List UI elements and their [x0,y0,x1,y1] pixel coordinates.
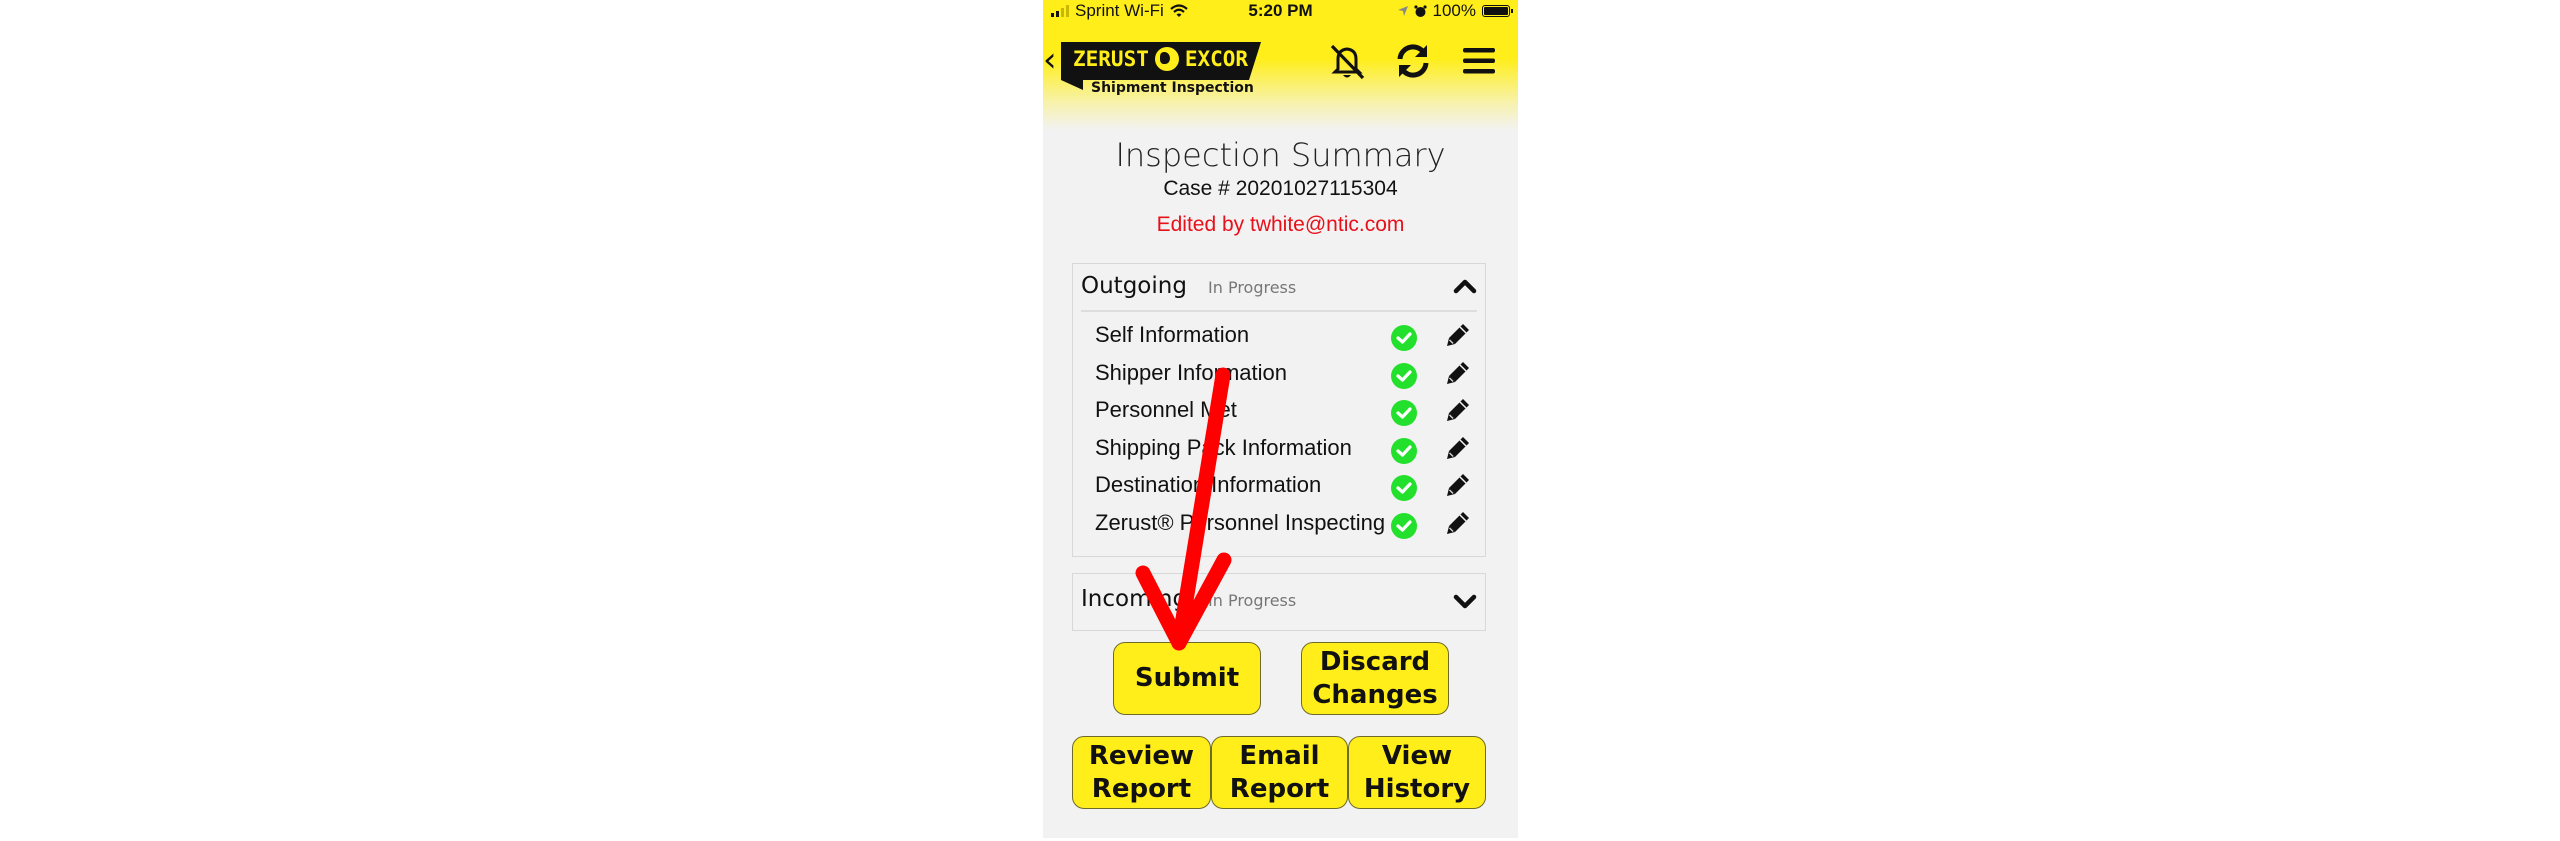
section-incoming: Incoming In Progress [1072,573,1486,631]
page-title: Inspection Summary [1115,136,1446,174]
edited-by-label: Edited by twhite@ntic.com [1156,213,1405,236]
alarm-icon [1413,4,1427,17]
check-circle-icon [1391,437,1417,464]
case-number: Case # 20201027115304 [1163,177,1398,200]
email-report-button[interactable]: Email Report [1211,736,1348,809]
edit-pencil-icon[interactable] [1444,471,1472,499]
edit-pencil-icon[interactable] [1444,434,1472,462]
logo-subtitle: Shipment Inspection [1091,80,1254,96]
checklist-item-label: Shipper Information [1095,359,1287,385]
discard-changes-button[interactable]: Discard Changes [1301,642,1449,715]
check-circle-icon [1391,325,1417,351]
app-logo: ZERUST EXCOR Shipment Inspection [1061,42,1271,102]
checklist-item[interactable]: Shipping Pack Information [1073,429,1485,467]
section-name: Outgoing [1081,273,1187,299]
checklist-item[interactable]: Shipper Information [1073,354,1485,392]
battery-percent: 100% [1432,1,1476,20]
review-report-button[interactable]: Review Report [1072,736,1211,809]
logo-brand-right: EXCOR [1184,47,1249,71]
header-bar: Sprint Wi-Fi 5:20 PM 100% ‹ ZERUST EXCOR… [1043,0,1518,130]
chevron-up-icon[interactable] [1453,276,1477,296]
submit-button[interactable]: Submit [1113,642,1261,715]
section-outgoing-header[interactable]: Outgoing In Progress [1073,264,1485,310]
location-icon [1397,6,1408,16]
checklist-item-label: Shipping Pack Information [1095,434,1352,460]
section-status: In Progress [1208,278,1297,297]
edit-pencil-icon[interactable] [1444,396,1472,424]
checklist-item[interactable]: Self Information [1073,316,1485,354]
check-circle-icon [1391,400,1417,427]
back-chevron-icon[interactable]: ‹ [1043,40,1057,80]
phone-screen: Sprint Wi-Fi 5:20 PM 100% ‹ ZERUST EXCOR… [1043,0,1518,838]
checklist-item-label: Destination Information [1095,472,1322,498]
check-circle-icon [1391,362,1417,389]
status-bar: Sprint Wi-Fi 5:20 PM 100% [1043,0,1518,24]
nav-bar: ‹ ZERUST EXCOR Shipment Inspection [1043,36,1518,106]
chevron-down-icon[interactable] [1453,592,1477,612]
check-circle-icon [1391,512,1417,539]
checklist-item-label: Zerust® Personnel Inspecting [1095,509,1386,535]
check-circle-icon [1391,475,1417,502]
globe-icon [1154,47,1179,71]
checklist-item-label: Personnel Met [1095,397,1237,423]
edit-pencil-icon[interactable] [1444,509,1472,537]
battery-icon [1482,5,1513,17]
checklist-item[interactable]: Zerust® Personnel Inspecting [1073,504,1485,542]
edit-pencil-icon[interactable] [1444,359,1472,387]
logo-brand-left: ZERUST [1073,47,1149,71]
section-outgoing: Outgoing In Progress Self Information Shi… [1072,263,1486,557]
notifications-off-icon[interactable] [1326,40,1368,82]
checklist-item[interactable]: Destination Information [1073,466,1485,504]
section-status: In Progress [1208,591,1297,610]
edit-pencil-icon[interactable] [1444,321,1472,349]
section-name: Incoming [1081,586,1188,612]
summary-content: Inspection Summary Case # 20201027115304… [1043,130,1518,237]
checklist-item[interactable]: Personnel Met [1073,391,1485,429]
menu-icon[interactable] [1458,40,1500,82]
sync-icon[interactable] [1392,40,1434,82]
view-history-button[interactable]: View History [1348,736,1486,809]
checklist-item-label: Self Information [1095,322,1250,347]
section-incoming-header[interactable]: Incoming In Progress [1073,574,1485,630]
